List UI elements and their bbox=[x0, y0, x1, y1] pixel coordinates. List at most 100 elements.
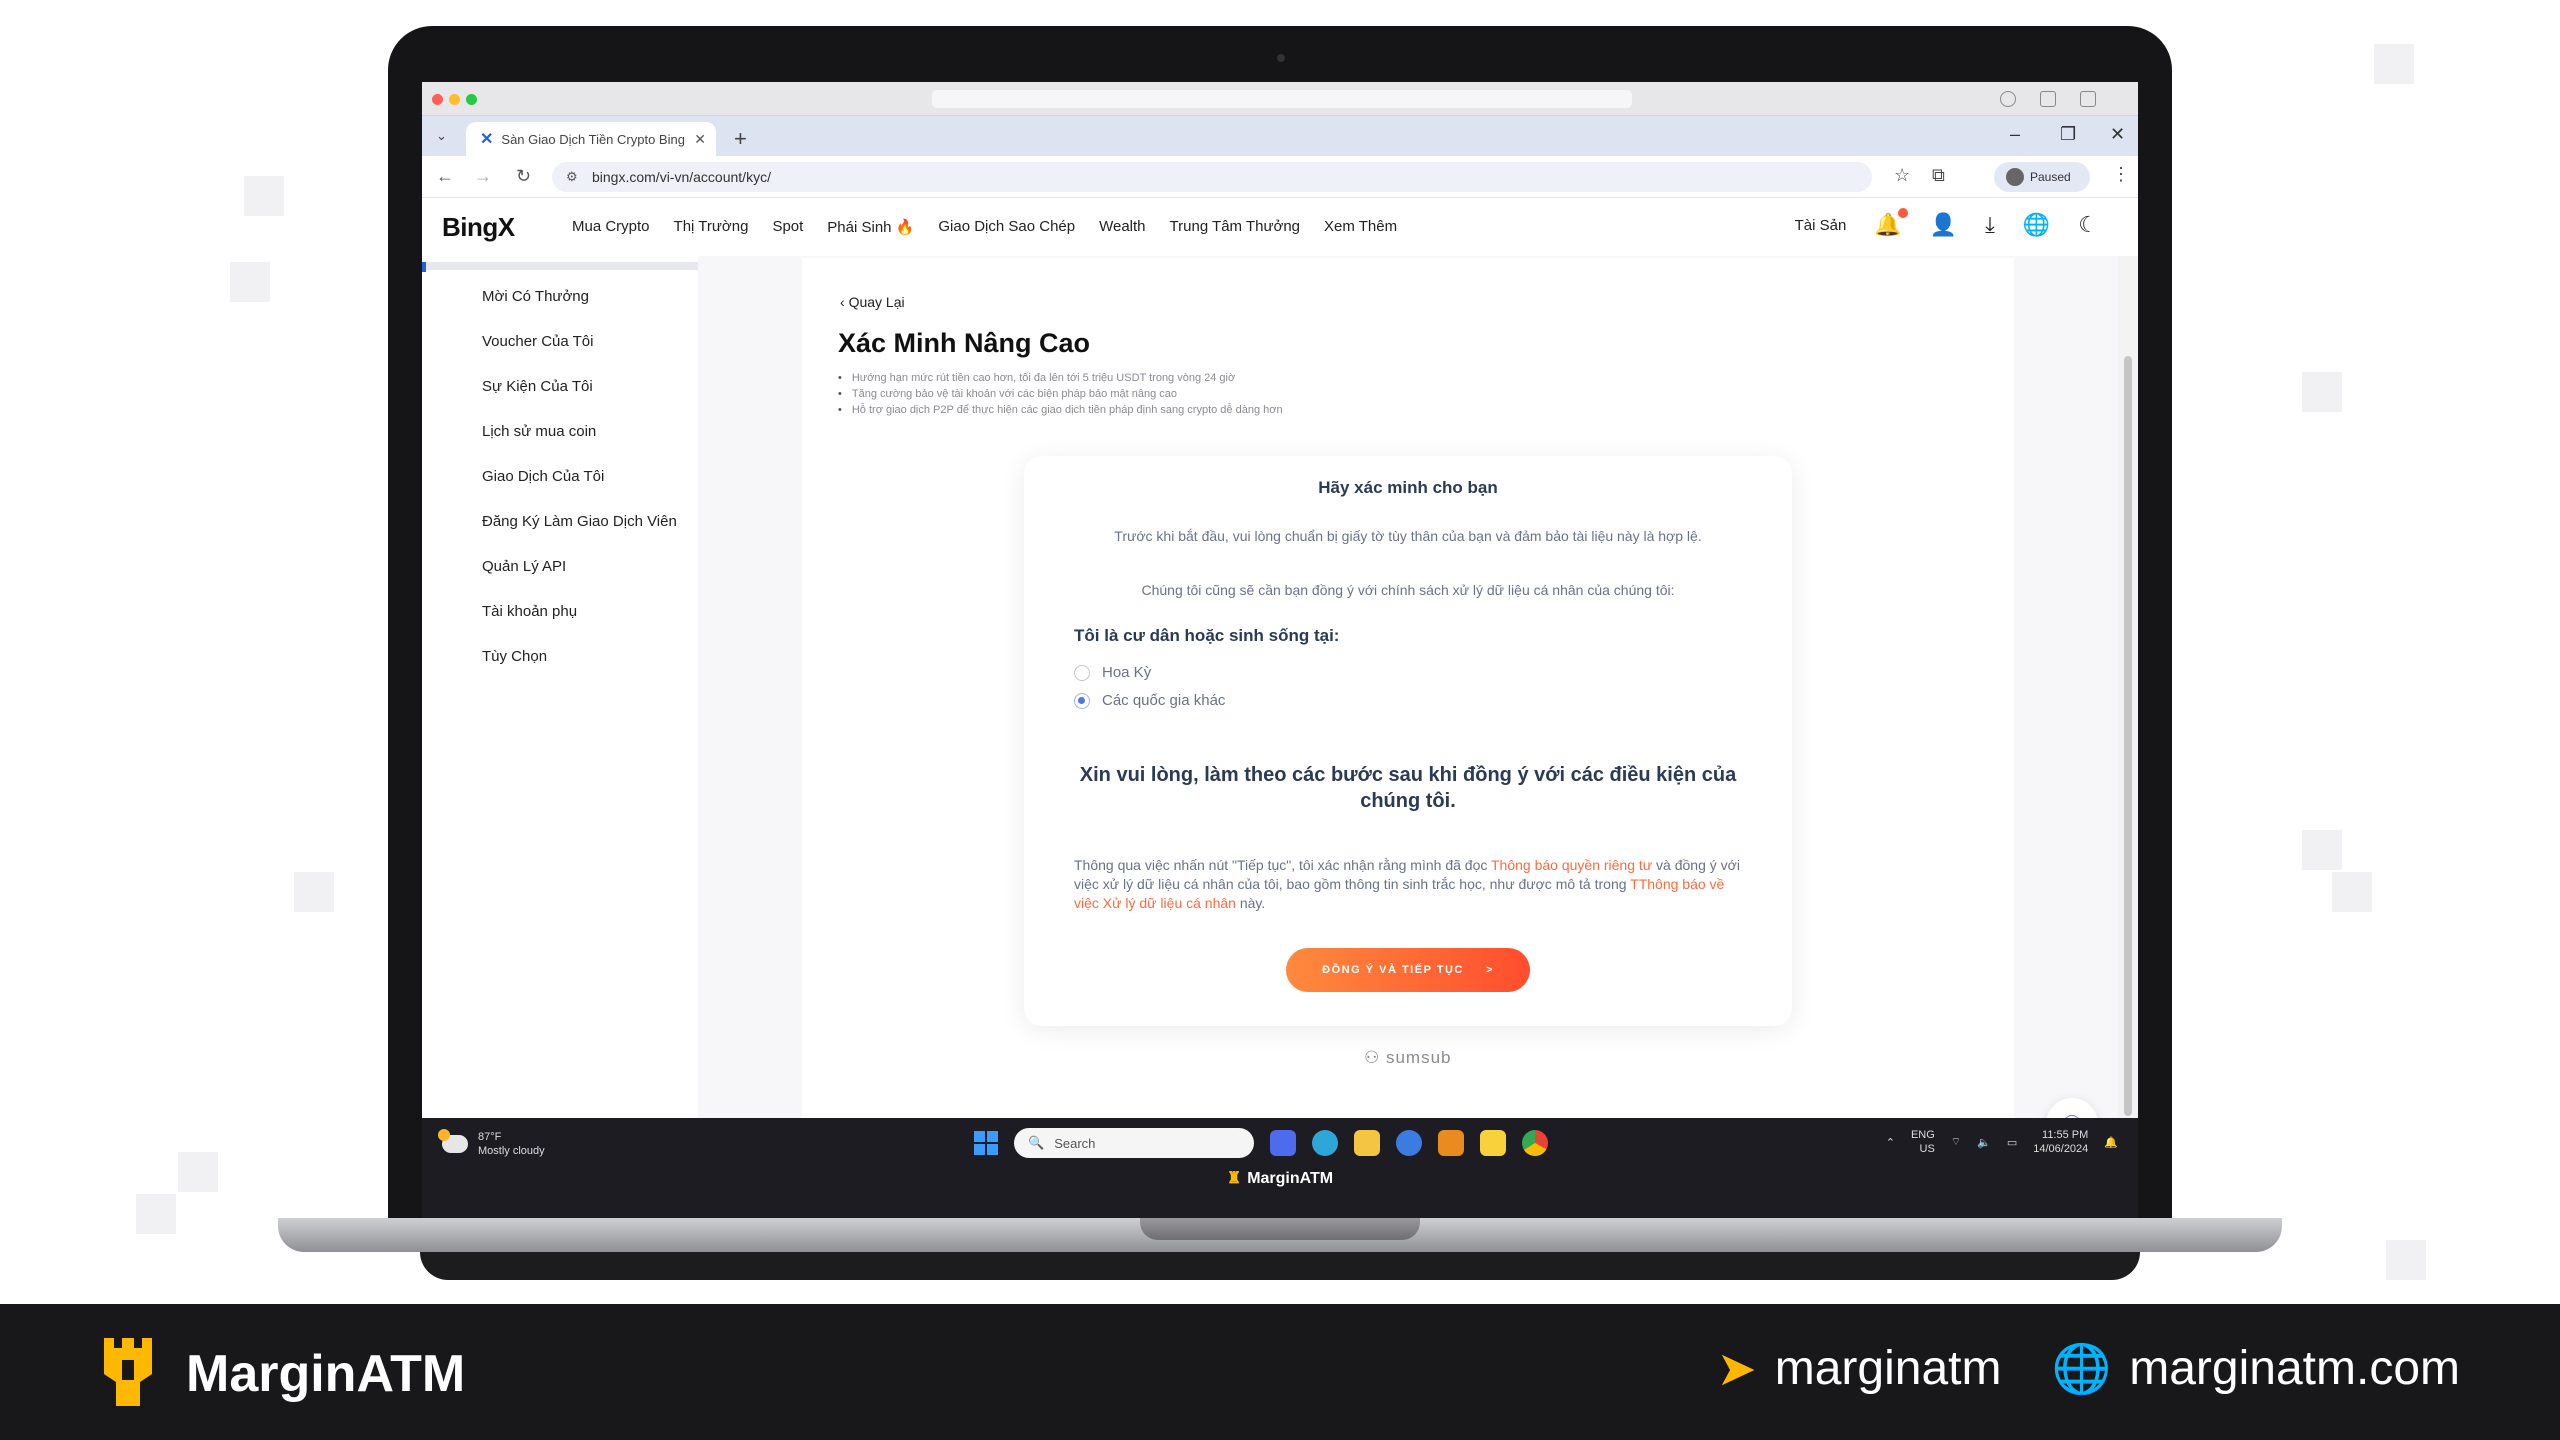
back-arrow-icon[interactable]: ← bbox=[436, 166, 454, 187]
volume-icon[interactable]: 🔈 bbox=[1977, 1136, 1991, 1149]
sticky-notes-icon[interactable] bbox=[1480, 1130, 1506, 1156]
forward-arrow-icon[interactable]: → bbox=[474, 166, 492, 187]
restore-icon[interactable]: ❐ bbox=[2060, 124, 2076, 145]
close-window-dot[interactable] bbox=[432, 94, 443, 105]
sidebar-item-referral[interactable]: Mời Có Thưởng bbox=[482, 286, 677, 331]
address-bar: ← → ↻ ⚙ bingx.com/vi-vn/account/kyc/ ☆ ⧉… bbox=[422, 156, 2138, 198]
radio-button[interactable] bbox=[1074, 664, 1090, 681]
chat-app-icon[interactable] bbox=[1270, 1130, 1296, 1156]
profile-status: Paused bbox=[2030, 170, 2071, 184]
minimize-window-dot[interactable] bbox=[449, 94, 460, 105]
sidebar-item-events[interactable]: Sự Kiện Của Tôi bbox=[482, 376, 677, 421]
globe-icon: 🌐 bbox=[2051, 1343, 2112, 1396]
sidebar-item-become-trader[interactable]: Đăng Ký Làm Giao Dịch Viên bbox=[482, 511, 677, 556]
clock[interactable]: 11:55 PM 14/06/2024 bbox=[2033, 1128, 2088, 1156]
bookmark-star-icon[interactable]: ☆ bbox=[1894, 165, 1910, 186]
sumsub-logo: ⚇ sumsub bbox=[1364, 1048, 1452, 1068]
radio-label: Các quốc gia khác bbox=[1102, 692, 1226, 709]
scrollbar-thumb[interactable] bbox=[2124, 356, 2132, 1116]
new-tab-icon[interactable]: + bbox=[734, 126, 747, 152]
camera bbox=[1277, 54, 1285, 62]
nav-item-markets[interactable]: Thị Trường bbox=[674, 218, 749, 236]
decor-square bbox=[136, 1194, 176, 1234]
close-tab-icon[interactable]: ✕ bbox=[694, 131, 706, 148]
decor-square bbox=[178, 1152, 218, 1192]
moon-icon[interactable]: ☾ bbox=[2078, 212, 2098, 238]
wifi-icon[interactable]: ⌔ bbox=[1951, 1135, 1961, 1149]
language-indicator[interactable]: ENG US bbox=[1911, 1128, 1935, 1156]
sidebar-item-my-trades[interactable]: Giao Dịch Của Tôi bbox=[482, 466, 677, 511]
user-icon[interactable]: 👤 bbox=[1930, 212, 1957, 238]
globe-icon[interactable]: 🌐 bbox=[2023, 212, 2050, 238]
agree-continue-button[interactable]: ĐỒNG Ý VÀ TIẾP TỤC > bbox=[1286, 948, 1530, 992]
share-icon[interactable] bbox=[2040, 91, 2056, 107]
chrome-icon[interactable] bbox=[1522, 1130, 1548, 1156]
nav-item-more[interactable]: Xem Thêm bbox=[1324, 218, 1397, 236]
minimize-icon[interactable]: – bbox=[2010, 124, 2020, 145]
tray-chevron-icon[interactable]: ⌃ bbox=[1886, 1136, 1895, 1149]
nav-item-spot[interactable]: Spot bbox=[772, 218, 803, 236]
sidebar-item-vouchers[interactable]: Voucher Của Tôi bbox=[482, 331, 677, 376]
sidebar-item-preferences[interactable]: Tùy Chọn bbox=[482, 646, 677, 691]
sidebar-active-indicator bbox=[422, 262, 426, 272]
decor-square bbox=[2302, 830, 2342, 870]
watermark-text: MarginATM bbox=[1247, 1170, 1334, 1187]
edge-browser-icon[interactable] bbox=[1312, 1130, 1338, 1156]
back-button[interactable]: ‹ Quay Lại bbox=[840, 294, 905, 310]
site-header: BingX Mua Crypto Thị Trường Spot Phái Si… bbox=[422, 198, 2138, 256]
tabs-icon[interactable] bbox=[2080, 91, 2096, 107]
reload-icon[interactable]: ↻ bbox=[516, 166, 531, 187]
nav-item-rewards[interactable]: Trung Tâm Thưởng bbox=[1170, 218, 1301, 236]
radio-button-selected[interactable] bbox=[1074, 692, 1090, 709]
bell-icon[interactable]: 🔔 bbox=[1874, 208, 1908, 238]
more-menu-icon[interactable]: ⋮ bbox=[2112, 164, 2130, 185]
notification-bell-icon[interactable]: 🔔 bbox=[2104, 1136, 2118, 1149]
mac-address-field[interactable] bbox=[932, 90, 1632, 108]
tab-search-icon[interactable]: ⌄ bbox=[436, 128, 447, 144]
telegram-link[interactable]: ➤ marginatm bbox=[1717, 1341, 2002, 1397]
radio-option-other[interactable]: Các quốc gia khác bbox=[1074, 692, 1225, 709]
tab-strip: ⌄ ✕ Sàn Giao Dịch Tiền Crypto Bing ✕ + –… bbox=[422, 116, 2138, 156]
sidebar-item-subaccount[interactable]: Tài khoản phụ bbox=[482, 601, 677, 646]
close-icon[interactable]: ✕ bbox=[2110, 124, 2125, 145]
site-logo[interactable]: BingX bbox=[442, 212, 515, 243]
chevron-left-icon: ‹ bbox=[840, 294, 849, 310]
page-scrollbar[interactable] bbox=[2118, 256, 2138, 1118]
site-info-icon[interactable]: ⚙ bbox=[566, 169, 578, 185]
nav-item-derivatives[interactable]: Phái Sinh 🔥 bbox=[827, 218, 914, 236]
nav-item-wealth[interactable]: Wealth bbox=[1099, 218, 1145, 236]
file-explorer-icon[interactable] bbox=[1354, 1130, 1380, 1156]
weather-widget[interactable]: 87°F Mostly cloudy bbox=[438, 1129, 545, 1158]
marginatm-logo-icon bbox=[104, 1338, 152, 1406]
main-nav: Mua Crypto Thị Trường Spot Phái Sinh 🔥 G… bbox=[572, 218, 1397, 236]
instruction-heading: Xin vui lòng, làm theo các bước sau khi … bbox=[1079, 764, 1737, 812]
bingx-favicon-icon: ✕ bbox=[480, 131, 494, 148]
sidebar-item-api[interactable]: Quản Lý API bbox=[482, 556, 677, 601]
zoom-window-dot[interactable] bbox=[466, 94, 477, 105]
search-icon: 🔍 bbox=[1028, 1135, 1045, 1150]
radio-option-usa[interactable]: Hoa Kỳ bbox=[1074, 664, 1151, 681]
battery-icon[interactable]: ▭ bbox=[2007, 1136, 2017, 1149]
marginatm-mini-logo-icon: ♜ bbox=[1226, 1170, 1242, 1187]
nav-item-copy-trading[interactable]: Giao Dịch Sao Chép bbox=[938, 218, 1075, 236]
chevron-right-icon: > bbox=[1485, 964, 1494, 976]
website-link[interactable]: 🌐 marginatm.com bbox=[2051, 1340, 2460, 1397]
nav-item-buy-crypto[interactable]: Mua Crypto bbox=[572, 218, 650, 236]
taskbar-search[interactable]: 🔍 Search bbox=[1014, 1128, 1254, 1158]
sidebar-item-coin-history[interactable]: Lịch sử mua coin bbox=[482, 421, 677, 466]
region: US bbox=[1919, 1143, 1935, 1155]
url-field[interactable]: ⚙ bingx.com/vi-vn/account/kyc/ bbox=[552, 162, 1872, 192]
page-title: Xác Minh Nâng Cao bbox=[838, 328, 1091, 358]
decor-square bbox=[2374, 44, 2414, 84]
settings-icon[interactable] bbox=[2000, 91, 2016, 107]
extensions-icon[interactable]: ⧉ bbox=[1932, 165, 1945, 186]
privacy-notice-link[interactable]: Thông báo quyền riêng tư bbox=[1491, 857, 1652, 873]
app-icon[interactable] bbox=[1396, 1130, 1422, 1156]
decor-square bbox=[2386, 1240, 2426, 1280]
download-icon[interactable]: ⤓ bbox=[1985, 212, 1995, 238]
browser-tab[interactable]: ✕ Sàn Giao Dịch Tiền Crypto Bing ✕ bbox=[466, 122, 716, 156]
windows-start-icon[interactable] bbox=[974, 1131, 998, 1155]
assets-link[interactable]: Tài Sản bbox=[1795, 217, 1847, 234]
e-app-icon[interactable] bbox=[1438, 1130, 1464, 1156]
profile-button[interactable]: Paused bbox=[1994, 162, 2090, 192]
